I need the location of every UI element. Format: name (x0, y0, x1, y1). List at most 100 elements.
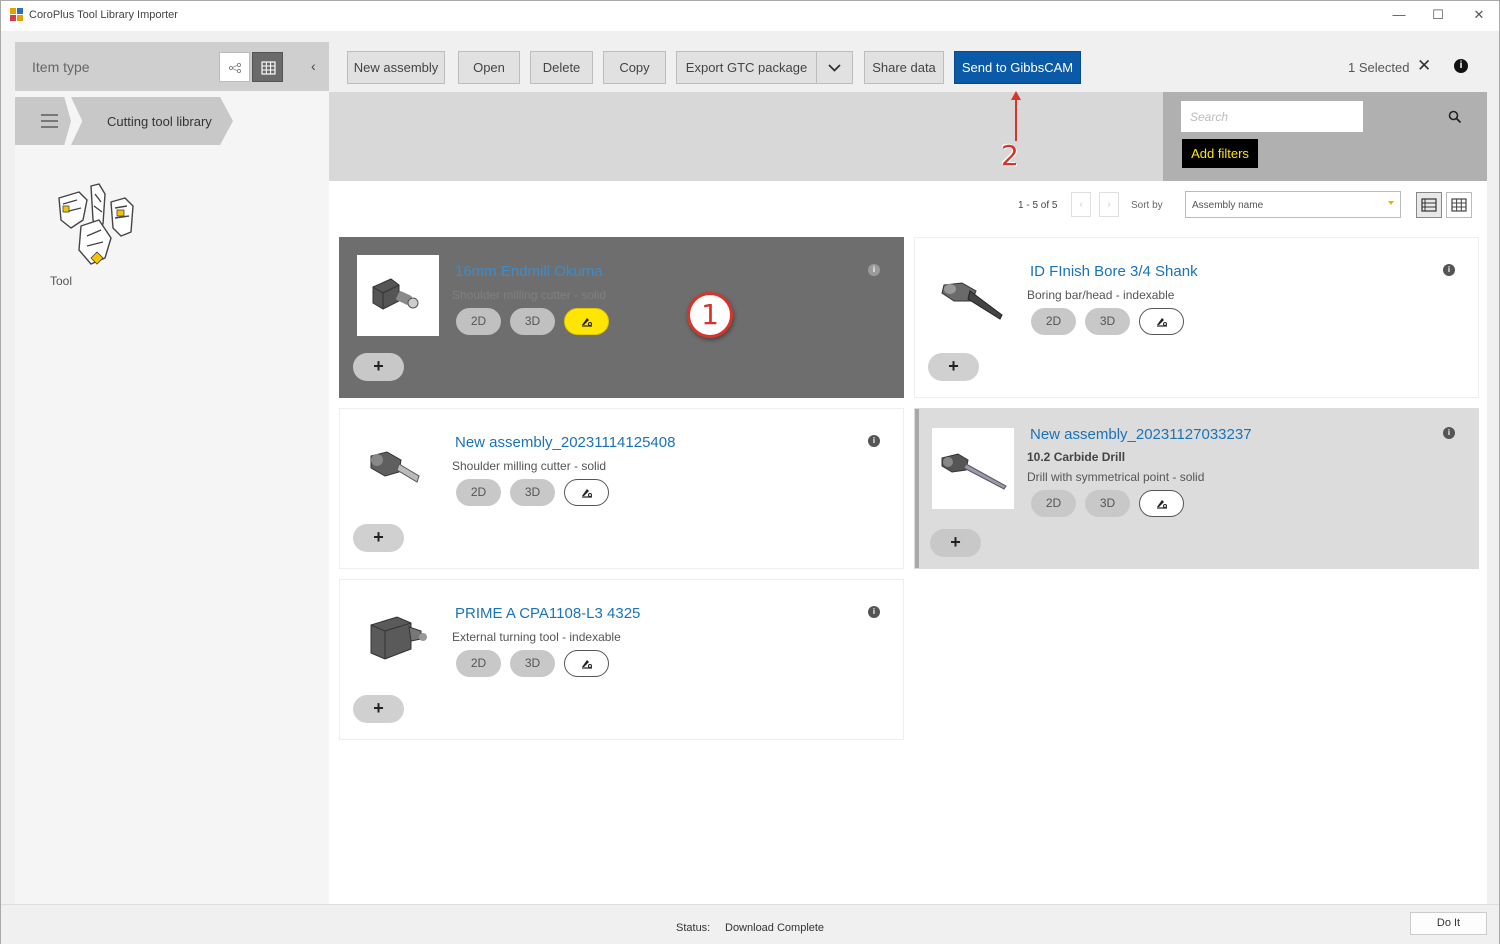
dropdown-caret-icon (1388, 201, 1394, 205)
search-icon[interactable] (1448, 110, 1462, 124)
do-it-button[interactable]: Do It (1410, 912, 1487, 935)
tool-name[interactable]: PRIME A CPA1108-L3 4325 (455, 605, 640, 622)
grid-layout-button[interactable] (1446, 192, 1472, 218)
maximize-button[interactable]: ☐ (1423, 5, 1453, 25)
breadcrumb-cutting-tool-library[interactable]: Cutting tool library (71, 97, 233, 145)
info-icon[interactable]: i (868, 264, 880, 276)
tool-name[interactable]: ID FInish Bore 3/4 Shank (1030, 263, 1198, 280)
signature-button[interactable] (564, 479, 609, 506)
window-title: CoroPlus Tool Library Importer (29, 9, 178, 21)
item-type-label: Item type (32, 59, 90, 75)
status-bar: Status: Download Complete Do It (1, 904, 1499, 944)
signature-icon (582, 318, 592, 327)
2d-button[interactable]: 2D (456, 650, 501, 677)
app-window: CoroPlus Tool Library Importer — ☐ ✕ Ite… (0, 0, 1500, 944)
add-button[interactable]: + (353, 524, 404, 552)
tool-category-icon[interactable] (53, 180, 139, 272)
grid-view-button[interactable] (252, 52, 283, 82)
signature-button[interactable] (564, 308, 609, 335)
2d-button[interactable]: 2D (1031, 308, 1076, 335)
tool-card[interactable]: ID FInish Bore 3/4 Shank Boring bar/head… (914, 237, 1479, 398)
next-page-button[interactable]: › (1099, 192, 1119, 217)
tool-thumbnail (357, 426, 439, 507)
tool-card[interactable]: 16mm Endmill Okuma Shoulder milling cutt… (339, 237, 904, 398)
close-button[interactable]: ✕ (1464, 5, 1494, 25)
tree-view-button[interactable] (219, 52, 250, 82)
grid-layout-icon (1451, 198, 1467, 212)
signature-icon (1157, 318, 1167, 327)
tool-card[interactable]: New assembly_20231114125408 Shoulder mil… (339, 408, 904, 569)
info-icon[interactable]: i (1443, 427, 1455, 439)
tool-type: Shoulder milling cutter - solid (452, 459, 607, 473)
export-gtc-button[interactable]: Export GTC package (676, 51, 817, 84)
signature-icon (582, 660, 592, 669)
add-button[interactable]: + (928, 353, 979, 381)
search-input[interactable] (1181, 101, 1363, 132)
status-value: Download Complete (725, 922, 825, 934)
list-view-button[interactable] (1416, 192, 1442, 218)
prev-page-button[interactable]: ‹ (1071, 192, 1091, 217)
collapse-panel-button[interactable]: ‹ (311, 58, 316, 74)
tool-description: 10.2 Carbide Drill (1027, 450, 1126, 464)
minimize-button[interactable]: — (1384, 5, 1414, 25)
tool-name[interactable]: 16mm Endmill Okuma (455, 263, 603, 280)
clear-selection-button[interactable]: ✕ (1417, 56, 1431, 76)
2d-button[interactable]: 2D (456, 479, 501, 506)
tool-thumbnail (357, 255, 439, 336)
tool-type: Boring bar/head - indexable (1027, 288, 1175, 302)
new-assembly-button[interactable]: New assembly (347, 51, 445, 84)
2d-button[interactable]: 2D (1031, 490, 1076, 517)
copy-button[interactable]: Copy (603, 51, 666, 84)
breadcrumb: Cutting tool library (15, 97, 329, 145)
selected-count: 1 Selected (1348, 60, 1410, 75)
sort-value: Assembly name (1192, 200, 1264, 211)
tool-thumbnail (932, 255, 1014, 336)
signature-button[interactable] (1139, 308, 1184, 335)
export-dropdown-button[interactable] (816, 51, 853, 84)
add-button[interactable]: + (930, 529, 981, 557)
2d-button[interactable]: 2D (456, 308, 501, 335)
sort-by-label: Sort by (1131, 200, 1163, 211)
info-icon[interactable]: i (1454, 59, 1468, 73)
annotation-marker-1: 1 (687, 292, 733, 338)
3d-button[interactable]: 3D (510, 479, 555, 506)
signature-button[interactable] (1139, 490, 1184, 517)
filter-area (329, 92, 1163, 181)
signature-icon (582, 489, 592, 498)
add-button[interactable]: + (353, 695, 404, 723)
annotation-arrow (1011, 91, 1021, 141)
info-icon[interactable]: i (868, 435, 880, 447)
send-to-gibbscam-button[interactable]: Send to GibbsCAM (954, 51, 1081, 84)
tool-thumbnail (357, 597, 439, 678)
tool-type: External turning tool - indexable (452, 630, 621, 644)
3d-button[interactable]: 3D (510, 650, 555, 677)
delete-button[interactable]: Delete (530, 51, 593, 84)
info-icon[interactable]: i (868, 606, 880, 618)
share-data-button[interactable]: Share data (864, 51, 944, 84)
signature-icon (1157, 500, 1167, 509)
app-icon (10, 8, 23, 21)
tool-card[interactable]: PRIME A CPA1108-L3 4325 External turning… (339, 579, 904, 740)
tool-name[interactable]: New assembly_20231127033237 (1030, 426, 1252, 443)
add-button[interactable]: + (353, 353, 404, 381)
hamburger-icon (41, 114, 58, 128)
search-area: Add filters (1163, 92, 1487, 181)
item-type-bar: Item type ‹ (15, 42, 329, 91)
3d-button[interactable]: 3D (1085, 308, 1130, 335)
tool-type: Shoulder milling cutter - solid (452, 288, 607, 302)
status-label: Status: (676, 922, 711, 934)
results-panel: 1 - 5 of 5 ‹ › Sort by Assembly name 16m… (329, 181, 1487, 904)
pager-text: 1 - 5 of 5 (1018, 200, 1058, 211)
sort-select[interactable]: Assembly name (1185, 191, 1401, 218)
breadcrumb-menu[interactable] (15, 97, 71, 145)
3d-button[interactable]: 3D (510, 308, 555, 335)
add-filters-button[interactable]: Add filters (1182, 139, 1258, 168)
open-button[interactable]: Open (458, 51, 520, 84)
tool-name[interactable]: New assembly_20231114125408 (455, 434, 675, 451)
signature-button[interactable] (564, 650, 609, 677)
annotation-marker-2: 2 (1001, 139, 1019, 172)
info-icon[interactable]: i (1443, 264, 1455, 276)
tool-card[interactable]: New assembly_20231127033237 10.2 Carbide… (914, 408, 1479, 569)
3d-button[interactable]: 3D (1085, 490, 1130, 517)
list-view-icon (1421, 198, 1437, 212)
